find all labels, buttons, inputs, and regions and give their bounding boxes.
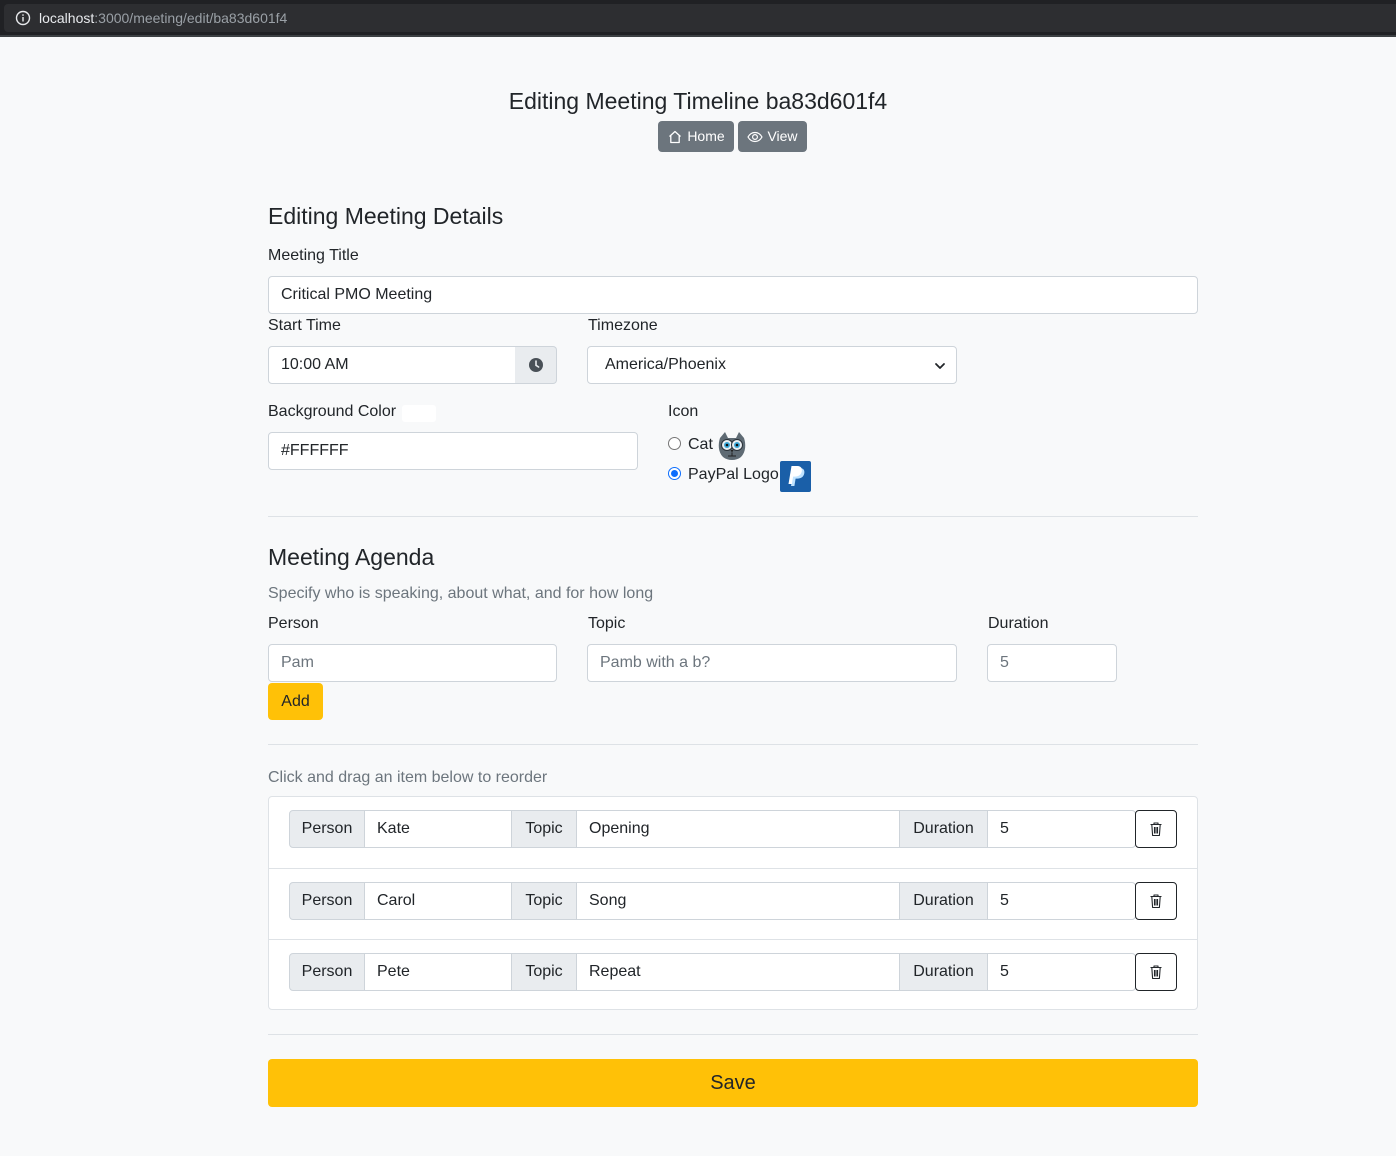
agenda-list-item[interactable]: Person Kate Topic Opening Duration 5 [269,797,1197,868]
item-topic-input[interactable]: Song [576,882,900,920]
agenda-list-item[interactable]: Person Pete Topic Repeat Duration 5 [269,939,1197,1010]
chevron-down-icon [935,363,945,369]
topic-addon: Topic [511,882,577,920]
url-path: :3000/meeting/edit/ba83d601f4 [94,10,288,26]
background-color-swatch [402,405,436,422]
icon-label: Icon [668,403,699,420]
icon-option-cat-label: Cat [688,436,713,453]
topic-placeholder: Pamb with a b? [600,654,711,671]
info-icon[interactable] [15,10,31,26]
start-time-input[interactable]: 10:00 AM [268,346,516,384]
topic-addon: Topic [511,953,577,991]
delete-item-button[interactable] [1135,810,1177,848]
delete-item-button[interactable] [1135,953,1177,991]
reorder-hint: Click and drag an item below to reorder [268,769,548,786]
clock-icon [528,358,543,372]
duration-addon: Duration [899,882,988,920]
duration-addon: Duration [899,953,988,991]
section-divider [268,516,1198,517]
item-person-input[interactable]: Kate [364,810,512,848]
meeting-title-label: Meeting Title [268,247,359,264]
background-color-label: Background Color [268,403,397,420]
section-divider [268,1034,1198,1035]
time-picker-button[interactable] [515,346,557,384]
start-time-label: Start Time [268,317,341,334]
item-duration-input[interactable]: 5 [987,810,1136,848]
duration-placeholder: 5 [1000,654,1009,671]
person-addon: Person [289,953,365,991]
timezone-selected-value: America/Phoenix [605,356,726,373]
meeting-title-input[interactable]: Critical PMO Meeting [268,276,1198,314]
paypal-logo-icon [780,461,811,492]
agenda-subtitle: Specify who is speaking, about what, and… [268,585,654,602]
duration-label: Duration [988,615,1049,632]
trash-icon [1150,894,1162,909]
details-heading: Editing Meeting Details [268,203,504,229]
url-host: localhost [39,10,95,26]
home-button[interactable]: Home [658,121,734,152]
topic-addon: Topic [511,810,577,848]
agenda-heading: Meeting Agenda [268,544,435,570]
agenda-list: Person Kate Topic Opening Duration 5 Per… [268,796,1198,1010]
topic-label: Topic [588,615,626,632]
icon-radio-cat[interactable] [668,437,681,450]
home-button-label: Home [687,128,725,144]
icon-option-paypal-label: PayPal Logo [688,466,779,483]
browser-url-bar: localhost:3000/meeting/edit/ba83d601f4 [0,0,1396,37]
item-topic-input[interactable]: Opening [576,810,900,848]
duration-input[interactable]: 5 [987,644,1117,682]
person-addon: Person [289,882,365,920]
person-placeholder: Pam [281,654,314,671]
item-person-input[interactable]: Pete [364,953,512,991]
icon-radio-paypal[interactable] [668,467,681,480]
home-icon [669,130,682,143]
url-text[interactable]: localhost:3000/meeting/edit/ba83d601f4 [39,10,287,27]
item-topic-input[interactable]: Repeat [576,953,900,991]
timezone-label: Timezone [588,317,658,334]
person-input[interactable]: Pam [268,644,557,682]
save-button[interactable]: Save [268,1059,1198,1107]
item-duration-input[interactable]: 5 [987,953,1136,991]
topic-input[interactable]: Pamb with a b? [587,644,957,682]
background-color-input[interactable]: #FFFFFF [268,432,638,470]
agenda-list-item[interactable]: Person Carol Topic Song Duration 5 [269,868,1197,939]
person-addon: Person [289,810,365,848]
timezone-select[interactable]: America/Phoenix [587,346,957,384]
item-person-input[interactable]: Carol [364,882,512,920]
add-agenda-item-button[interactable]: Add [268,683,323,720]
eye-icon [747,131,764,142]
trash-icon [1150,965,1162,980]
delete-item-button[interactable] [1135,882,1177,920]
person-label: Person [268,615,319,632]
duration-addon: Duration [899,810,988,848]
view-button-label: View [767,128,798,144]
view-button[interactable]: View [738,121,807,152]
page-title: Editing Meeting Timeline ba83d601f4 [508,88,888,114]
cat-icon [718,432,746,460]
section-divider [268,744,1198,745]
item-duration-input[interactable]: 5 [987,882,1136,920]
trash-icon [1150,822,1162,837]
